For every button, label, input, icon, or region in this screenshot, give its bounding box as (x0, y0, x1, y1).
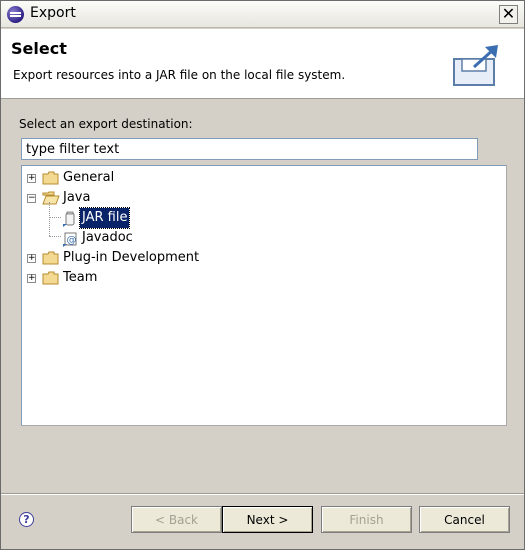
footer-separator (1, 493, 524, 495)
next-button[interactable]: Next > (222, 506, 313, 533)
folder-icon (42, 171, 59, 185)
page-description: Export resources into a JAR file on the … (13, 68, 346, 82)
tree-connector (49, 236, 61, 237)
tree-item-label: Java (63, 190, 91, 205)
export-wizard-icon (453, 45, 498, 86)
expand-icon[interactable]: + (27, 274, 36, 283)
tree-connector (49, 217, 61, 218)
jar-icon (63, 211, 75, 227)
tree-item-label: General (63, 170, 115, 185)
folder-icon (42, 271, 59, 285)
close-button[interactable]: ✕ (499, 5, 518, 24)
destination-label: Select an export destination: (19, 117, 193, 131)
folder-icon (42, 251, 59, 265)
help-icon[interactable]: ? (19, 512, 34, 527)
page-title: Select (11, 39, 67, 58)
export-dialog: Export ✕ Select Export resources into a … (0, 0, 525, 550)
eclipse-icon (7, 6, 24, 23)
tree-item-jar-file[interactable]: JAR file (62, 207, 222, 229)
back-button[interactable]: < Back (131, 506, 222, 533)
tree-item-general[interactable]: + General (27, 168, 227, 188)
tree-item-label: JAR file (78, 207, 131, 229)
tree-item-java[interactable]: − Java (27, 188, 227, 208)
destination-tree[interactable]: + General − Java JAR file @ Javadoc + Pl… (21, 165, 507, 426)
expand-icon[interactable]: + (27, 254, 36, 263)
expand-icon[interactable]: + (27, 174, 36, 183)
tree-item-team[interactable]: + Team (27, 268, 227, 288)
collapse-icon[interactable]: − (27, 194, 36, 203)
tree-item-plugin-development[interactable]: + Plug-in Development (27, 248, 277, 268)
window-title: Export (30, 5, 76, 21)
finish-button[interactable]: Finish (321, 506, 412, 533)
javadoc-icon: @ (63, 232, 77, 247)
tree-connector (49, 202, 50, 236)
title-bar[interactable]: Export ✕ (1, 1, 524, 28)
tree-item-label: Javadoc (82, 230, 133, 245)
open-folder-icon (42, 191, 60, 205)
filter-input[interactable] (21, 138, 478, 160)
tree-item-label: Team (63, 270, 98, 285)
header-banner: Select Export resources into a JAR file … (1, 29, 524, 99)
tree-item-label: Plug-in Development (63, 250, 200, 265)
tree-item-javadoc[interactable]: @ Javadoc (62, 228, 222, 248)
svg-text:@: @ (67, 235, 77, 246)
close-icon: ✕ (501, 4, 516, 23)
cancel-button[interactable]: Cancel (419, 506, 510, 533)
